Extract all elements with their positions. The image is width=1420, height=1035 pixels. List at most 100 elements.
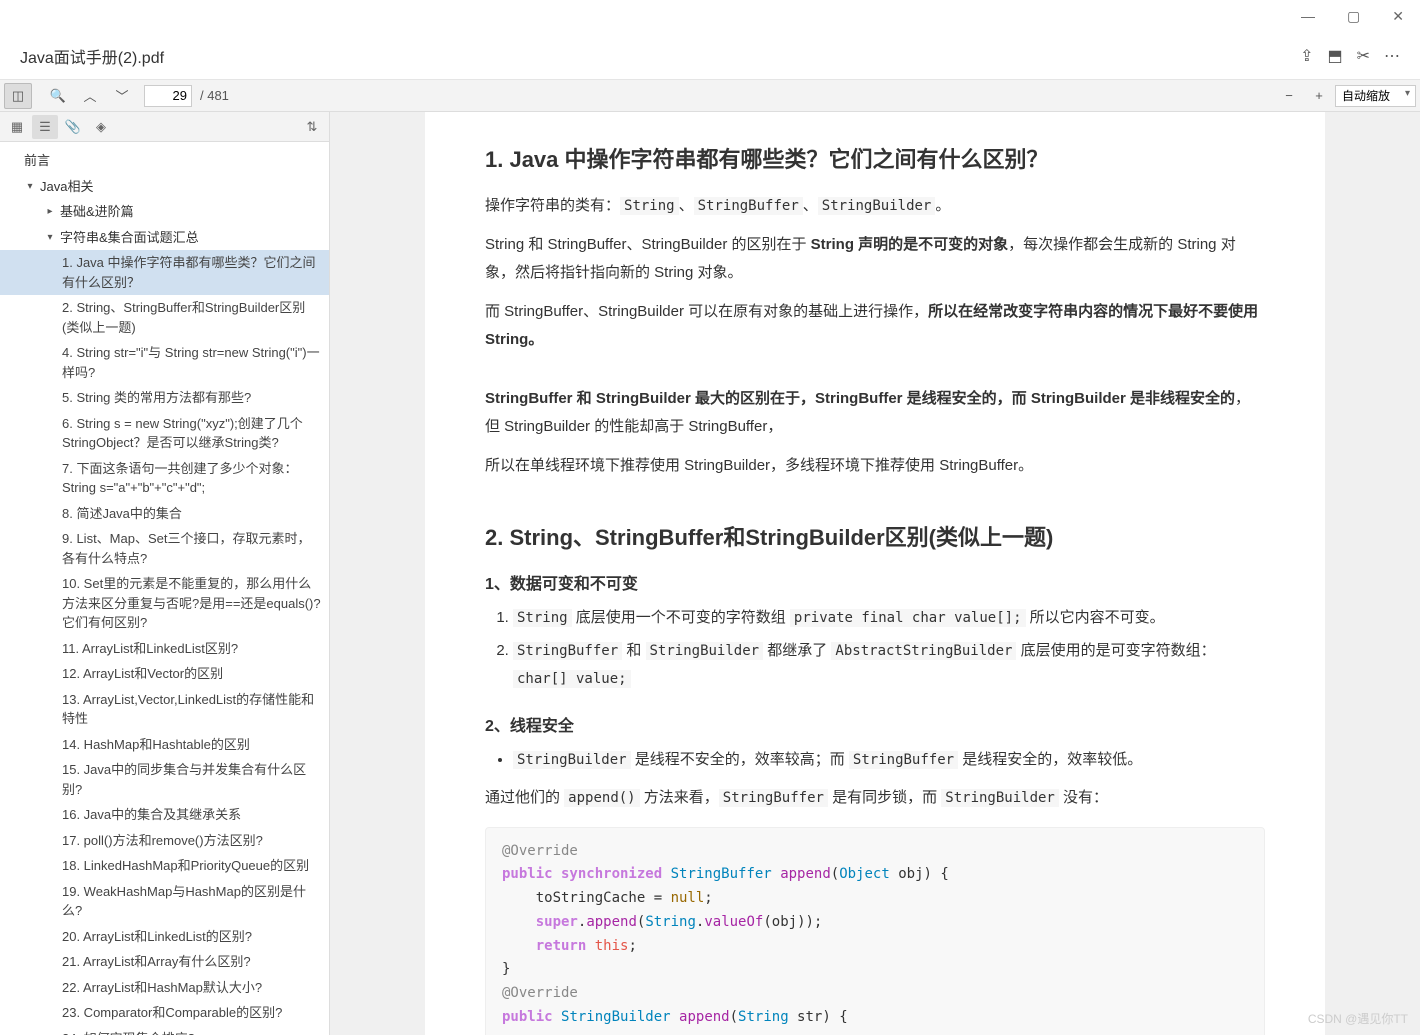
outline-item[interactable]: 21. ArrayList和Array有什么区别?: [0, 949, 329, 975]
header-actions: ⇪ ⬒ ✂ ⋯: [1300, 46, 1400, 66]
heading-1: 1. Java 中操作字符串都有哪些类？它们之间有什么区别？: [485, 142, 1265, 174]
window-controls: — ▢ ✕: [0, 0, 1420, 32]
prev-page-button[interactable]: ︿: [76, 83, 104, 109]
maximize-button[interactable]: ▢: [1339, 4, 1368, 29]
page-number-input[interactable]: [144, 85, 192, 107]
outline-label: 7. 下面这条语句一共创建了多少个对象：String s="a"+"b"+"c"…: [62, 461, 297, 496]
search-button[interactable]: 🔍: [44, 83, 72, 109]
outline-label: 2. String、StringBuffer和StringBuilder区别(类…: [62, 300, 305, 335]
outline-item[interactable]: 19. WeakHashMap与HashMap的区别是什么?: [0, 879, 329, 924]
outline-item[interactable]: 14. HashMap和Hashtable的区别: [0, 732, 329, 758]
outline-item[interactable]: 24. 如何实现集合排序?: [0, 1026, 329, 1035]
outline-item[interactable]: 18. LinkedHashMap和PriorityQueue的区别: [0, 853, 329, 879]
outline-item[interactable]: 15. Java中的同步集合与并发集合有什么区别?: [0, 757, 329, 802]
paragraph: 而 StringBuffer、StringBuilder 可以在原有对象的基础上…: [485, 298, 1265, 355]
paragraph: StringBuffer 和 StringBuilder 最大的区别在于，Str…: [485, 385, 1265, 442]
paragraph: 通过他们的 append() 方法来看，StringBuffer 是有同步锁，而…: [485, 784, 1265, 813]
outline-item[interactable]: 16. Java中的集合及其继承关系: [0, 802, 329, 828]
outline-item[interactable]: 11. ArrayList和LinkedList区别?: [0, 636, 329, 662]
outline-label: 17. poll()方法和remove()方法区别?: [62, 833, 263, 848]
pdf-toolbar: ◫ 🔍 ︿ ﹀ / 481 − + 自动缩放: [0, 80, 1420, 112]
download-icon[interactable]: ⬒: [1327, 46, 1342, 66]
thumbnails-tab[interactable]: ▦: [4, 115, 30, 139]
layers-tab[interactable]: ◈: [88, 115, 114, 139]
outline-item[interactable]: 23. Comparator和Comparable的区别?: [0, 1000, 329, 1026]
pdf-viewport[interactable]: 1. Java 中操作字符串都有哪些类？它们之间有什么区别？ 操作字符串的类有：…: [330, 112, 1420, 1035]
outline-label: 12. ArrayList和Vector的区别: [62, 666, 223, 681]
sidebar-toggle-button[interactable]: ◫: [4, 83, 32, 109]
outline-label: 6. String s = new String("xyz");创建了几个Str…: [62, 416, 303, 451]
outline-label: 10. Set里的元素是不能重复的，那么用什么方法来区分重复与否呢?是用==还是…: [62, 576, 321, 630]
outline-tab[interactable]: ☰: [32, 115, 58, 139]
outline-label: 前言: [24, 153, 50, 168]
outline-item[interactable]: 6. String s = new String("xyz");创建了几个Str…: [0, 411, 329, 456]
list-item: StringBuffer 和 StringBuilder 都继承了 Abstra…: [513, 637, 1265, 694]
outline-label: 21. ArrayList和Array有什么区别?: [62, 954, 251, 969]
outline-settings-tab[interactable]: ⇅: [299, 115, 325, 139]
outline-item[interactable]: 8. 简述Java中的集合: [0, 501, 329, 527]
outline-label: 9. List、Map、Set三个接口，存取元素时，各有什么特点?: [62, 531, 311, 566]
chevron-icon[interactable]: ▾: [24, 179, 36, 194]
outline-label: 11. ArrayList和LinkedList区别?: [62, 641, 238, 656]
paragraph: 所以在单线程环境下推荐使用 StringBuilder，多线程环境下推荐使用 S…: [485, 452, 1265, 481]
outline-item[interactable]: 9. List、Map、Set三个接口，存取元素时，各有什么特点?: [0, 526, 329, 571]
outline-label: 23. Comparator和Comparable的区别?: [62, 1005, 282, 1020]
outline-item[interactable]: 20. ArrayList和LinkedList的区别?: [0, 924, 329, 950]
chevron-icon[interactable]: ▸: [44, 204, 56, 219]
list-item: String 底层使用一个不可变的字符数组 private final char…: [513, 604, 1265, 633]
outline-label: 15. Java中的同步集合与并发集合有什么区别?: [62, 762, 306, 797]
outline-list: 前言 ▾ Java相关 ▸ 基础&进阶篇 ▾ 字符串&集合面试题汇总 1. Java 中操作字…: [0, 142, 329, 1035]
zoom-out-button[interactable]: −: [1275, 83, 1303, 109]
paragraph: 操作字符串的类有：String、StringBuffer、StringBuild…: [485, 192, 1265, 221]
outline-item[interactable]: 5. String 类的常用方法都有那些?: [0, 385, 329, 411]
heading-2: 2. String、StringBuffer和StringBuilder区别(类…: [485, 520, 1265, 552]
outline-item[interactable]: 22. ArrayList和HashMap默认大小?: [0, 975, 329, 1001]
zoom-select[interactable]: 自动缩放: [1335, 85, 1416, 107]
outline-label: 4. String str="i"与 String str=new String…: [62, 345, 320, 380]
paragraph: String 和 StringBuffer、StringBuilder 的区别在…: [485, 231, 1265, 288]
outline-label: 基础&进阶篇: [60, 202, 134, 222]
outline-label: 20. ArrayList和LinkedList的区别?: [62, 929, 252, 944]
code-block: @Override public synchronized StringBuff…: [485, 827, 1265, 1035]
outline-label: 18. LinkedHashMap和PriorityQueue的区别: [62, 858, 309, 873]
outline-item[interactable]: ▾ 字符串&集合面试题汇总: [0, 225, 329, 251]
outline-label: 字符串&集合面试题汇总: [60, 228, 199, 248]
outline-item[interactable]: ▸ 基础&进阶篇: [0, 199, 329, 225]
outline-item[interactable]: 10. Set里的元素是不能重复的，那么用什么方法来区分重复与否呢?是用==还是…: [0, 571, 329, 636]
chevron-icon[interactable]: ▾: [44, 230, 56, 245]
zoom-in-button[interactable]: +: [1305, 83, 1333, 109]
outline-label: 1. Java 中操作字符串都有哪些类？它们之间有什么区别？: [62, 255, 316, 290]
next-page-button[interactable]: ﹀: [108, 83, 136, 109]
scissors-icon[interactable]: ✂: [1357, 46, 1370, 66]
outline-item[interactable]: 7. 下面这条语句一共创建了多少个对象：String s="a"+"b"+"c"…: [0, 456, 329, 501]
outline-label: 19. WeakHashMap与HashMap的区别是什么?: [62, 884, 306, 919]
outline-item[interactable]: 4. String str="i"与 String str=new String…: [0, 340, 329, 385]
list-item: StringBuilder 是线程不安全的，效率较高；而 StringBuffe…: [513, 746, 1265, 775]
outline-label: 5. String 类的常用方法都有那些?: [62, 390, 251, 405]
watermark: CSDN @遇见你TT: [1308, 1010, 1408, 1027]
outline-item[interactable]: 13. ArrayList,Vector,LinkedList的存储性能和特性: [0, 687, 329, 732]
unordered-list: StringBuilder 是线程不安全的，效率较高；而 StringBuffe…: [485, 746, 1265, 775]
outline-label: 24. 如何实现集合排序?: [62, 1031, 195, 1035]
minimize-button[interactable]: —: [1293, 4, 1323, 28]
outline-label: 22. ArrayList和HashMap默认大小?: [62, 980, 262, 995]
sidebar: ▦ ☰ 📎 ◈ ⇅ 前言 ▾ Java相关 ▸ 基础&进阶篇 ▾ 字符串&集合面试题汇总 1.…: [0, 112, 330, 1035]
share-icon[interactable]: ⇪: [1300, 46, 1313, 66]
ordered-list: String 底层使用一个不可变的字符数组 private final char…: [485, 604, 1265, 694]
document-title: Java面试手册(2).pdf: [20, 44, 164, 68]
outline-item[interactable]: 17. poll()方法和remove()方法区别?: [0, 828, 329, 854]
outline-label: 8. 简述Java中的集合: [62, 506, 182, 521]
more-icon[interactable]: ⋯: [1384, 46, 1400, 66]
pdf-page: 1. Java 中操作字符串都有哪些类？它们之间有什么区别？ 操作字符串的类有：…: [425, 112, 1325, 1035]
outline-label: 13. ArrayList,Vector,LinkedList的存储性能和特性: [62, 692, 314, 727]
close-button[interactable]: ✕: [1384, 4, 1412, 29]
attachments-tab[interactable]: 📎: [60, 115, 86, 139]
outline-item[interactable]: 12. ArrayList和Vector的区别: [0, 661, 329, 687]
outline-item[interactable]: 1. Java 中操作字符串都有哪些类？它们之间有什么区别？: [0, 250, 329, 295]
outline-item[interactable]: ▾ Java相关: [0, 174, 329, 200]
outline-item[interactable]: 2. String、StringBuffer和StringBuilder区别(类…: [0, 295, 329, 340]
outline-label: 14. HashMap和Hashtable的区别: [62, 737, 250, 752]
outline-item[interactable]: 前言: [0, 148, 329, 174]
outline-label: Java相关: [40, 177, 93, 197]
subheading: 1、数据可变和不可变: [485, 570, 1265, 594]
